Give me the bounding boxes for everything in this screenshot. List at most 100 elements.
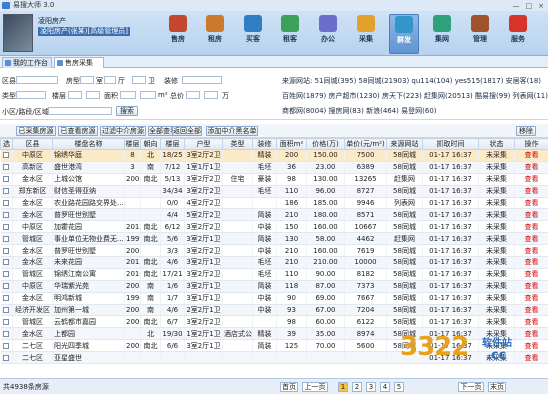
row-checkbox-cell[interactable]: [0, 197, 13, 210]
source-line-3[interactable]: 商都网(8004) 搜房网(83) 新浪(464) 易登网(60): [282, 106, 437, 116]
view-link[interactable]: 查看: [514, 232, 548, 246]
table-row[interactable]: 金水区普罗旺世别墅2006 3/33室2厅2卫 中装210160.00761958同…: [0, 244, 548, 258]
nav-manage[interactable]: 管理: [465, 14, 495, 54]
price-max-input[interactable]: [204, 91, 218, 99]
row-checkbox[interactable]: [3, 152, 10, 159]
row-checkbox-cell[interactable]: [0, 280, 13, 293]
view-link[interactable]: 查看: [514, 149, 548, 162]
page-3[interactable]: 3: [366, 382, 376, 392]
tab-sell-collect[interactable]: 售房采集: [54, 57, 104, 68]
district-select[interactable]: [16, 76, 58, 84]
row-checkbox[interactable]: [3, 295, 10, 302]
row-checkbox-cell[interactable]: [0, 208, 13, 222]
price-min-input[interactable]: [186, 91, 200, 99]
nav-collect[interactable]: 采集: [351, 14, 381, 54]
column-header[interactable]: 状态: [478, 138, 515, 150]
row-checkbox-cell[interactable]: [0, 244, 13, 258]
table-row[interactable]: 中原区 锦绣华庭 8 北 18/25 3室2厅2卫 精装 200 150.00 7500 58同城 0…: [0, 149, 548, 162]
row-checkbox[interactable]: [3, 164, 10, 171]
nav-service[interactable]: 服务: [503, 14, 533, 54]
view-link[interactable]: 查看: [514, 244, 548, 258]
source-line-2[interactable]: 百姓网(1879) 房产超市(1230) 房天下(223) 赶集网(20513)…: [282, 91, 548, 101]
row-checkbox[interactable]: [3, 188, 10, 195]
table-row[interactable]: 高新区 盛世港湾 3 南 7/12 1室1厅1卫 毛坯 36 23.00 6389 58同城 01-1…: [0, 161, 548, 174]
source-line-1[interactable]: 来源网站: 51同城(395) 58同城(21903) qu114(104) y…: [282, 76, 541, 86]
row-checkbox-cell[interactable]: [0, 185, 13, 198]
row-checkbox-cell[interactable]: [0, 256, 13, 269]
page-next[interactable]: 下一页: [458, 382, 484, 392]
row-checkbox[interactable]: [3, 354, 10, 361]
type-select[interactable]: [16, 91, 46, 99]
view-link[interactable]: 查看: [514, 220, 548, 234]
table-row[interactable]: 经济开发区加州第一城2007南4/62室2厅1卫 中装9367.00720458同…: [0, 304, 548, 317]
view-link[interactable]: 查看: [514, 256, 548, 269]
back-all-button[interactable]: 返回全部: [172, 126, 202, 136]
row-checkbox-cell[interactable]: [0, 292, 13, 305]
row-checkbox-cell[interactable]: [0, 315, 13, 329]
page-prev[interactable]: 上一页: [302, 382, 328, 392]
row-checkbox[interactable]: [3, 211, 10, 218]
nav-broadcast[interactable]: 群发: [389, 14, 419, 54]
column-header[interactable]: 来源网站: [386, 138, 423, 150]
column-header[interactable]: 户型: [184, 138, 223, 150]
row-checkbox[interactable]: [3, 176, 10, 183]
row-checkbox-cell[interactable]: [0, 161, 13, 174]
filter-agent-button[interactable]: 过滤中介房源: [100, 126, 146, 136]
table-row[interactable]: 中原区华瑞紫光苑2005南1/63室2厅1卫 简装11887.00737358同城…: [0, 280, 548, 293]
row-checkbox-cell[interactable]: [0, 304, 13, 317]
view-link[interactable]: 查看: [514, 197, 548, 210]
column-header[interactable]: 楼盘名称: [52, 138, 125, 150]
page-last[interactable]: 末页: [488, 382, 506, 392]
view-link[interactable]: 查看: [514, 185, 548, 198]
nav-office[interactable]: 办公: [313, 14, 343, 54]
table-row[interactable]: 金水区 普罗旺世别墅 4/4 5室2厅2卫 简装 210 180.00 8571 58同城 01-…: [0, 208, 548, 222]
column-header[interactable]: 操作: [514, 138, 548, 150]
row-checkbox[interactable]: [3, 307, 10, 314]
row-checkbox-cell[interactable]: [0, 149, 13, 162]
column-header[interactable]: 选: [0, 138, 13, 150]
column-header[interactable]: 区县: [12, 138, 53, 150]
table-row[interactable]: 管城区锦绣江南公寓2010南北17/213室2厅2卫 毛坯11090.008182…: [0, 268, 548, 281]
tab-workbench[interactable]: 我的工作台: [2, 57, 52, 68]
column-header[interactable]: 楼层: [160, 138, 185, 150]
area-min-input[interactable]: [120, 91, 136, 99]
row-checkbox[interactable]: [3, 200, 10, 206]
toilet-input[interactable]: [132, 76, 146, 84]
table-row[interactable]: 管城区事业单位无物业费无...1999南北5/63室2厅1卫 简装13058.00…: [0, 232, 548, 246]
table-row[interactable]: 金水区 农业路花园路交界处... 0/0 4室2厅2卫 186 185.00 9946 列表网…: [0, 197, 548, 210]
table-row[interactable]: 金水区明鸿新城1996南1/73室1厅1卫 中装9069.00766758同城01…: [0, 292, 548, 305]
add-blacklist-button[interactable]: 添加中介黑名单: [206, 126, 258, 136]
area-max-input[interactable]: [140, 91, 156, 99]
column-header[interactable]: 价格(万): [306, 138, 345, 150]
table-row[interactable]: 郑东新区 财信圣得亚纳 34/34 3室2厅2卫 毛坯 110 96.00 8727 58同城 0…: [0, 185, 548, 198]
row-checkbox[interactable]: [3, 330, 10, 337]
view-link[interactable]: 查看: [514, 161, 548, 174]
avatar[interactable]: [3, 14, 33, 52]
row-checkbox-cell[interactable]: [0, 173, 13, 186]
view-link[interactable]: 查看: [514, 268, 548, 281]
remove-button[interactable]: 移除: [516, 126, 536, 136]
row-checkbox-cell[interactable]: [0, 327, 13, 341]
table-row[interactable]: 金水区未来花园2012南北4/63室2厅1卫 毛坯210210.001000058…: [0, 256, 548, 269]
row-checkbox[interactable]: [3, 247, 10, 254]
row-checkbox-cell[interactable]: [0, 220, 13, 234]
search-button[interactable]: 搜索: [116, 106, 138, 116]
floor-min-input[interactable]: [68, 91, 82, 99]
view-link[interactable]: 查看: [514, 173, 548, 186]
deco-select[interactable]: [182, 76, 222, 84]
page-2[interactable]: 2: [352, 382, 362, 392]
row-checkbox-cell[interactable]: [0, 339, 13, 353]
row-checkbox[interactable]: [3, 235, 10, 242]
page-1[interactable]: 1: [338, 382, 348, 392]
column-header[interactable]: 楼层: [124, 138, 141, 150]
nav-tenant[interactable]: 租客: [275, 14, 305, 54]
column-header[interactable]: 抓取时间: [422, 138, 479, 150]
row-checkbox-cell[interactable]: [0, 351, 13, 365]
keyword-input[interactable]: [48, 107, 112, 115]
view-link[interactable]: 查看: [514, 315, 548, 329]
row-checkbox[interactable]: [3, 318, 10, 325]
column-header[interactable]: 面积m²: [276, 138, 307, 150]
collected-listings-button[interactable]: 已采集房源: [16, 126, 56, 136]
table-row[interactable]: 中原区加霍花园2012南北6/123室2厅2卫 中装150160.00106675…: [0, 220, 548, 234]
room-input[interactable]: [80, 76, 94, 84]
